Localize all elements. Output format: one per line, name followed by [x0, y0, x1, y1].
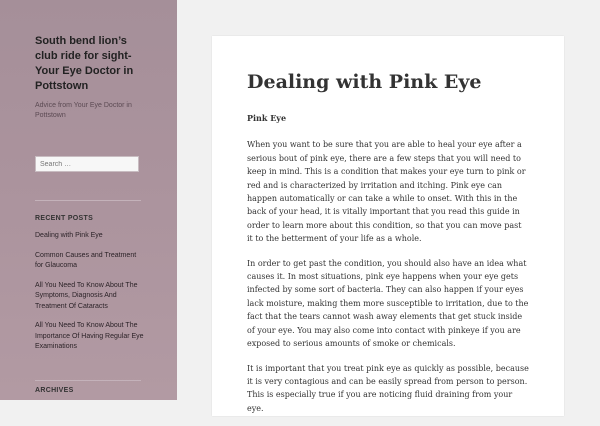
search-input[interactable]	[35, 156, 139, 172]
widget-divider	[35, 380, 141, 381]
recent-post-link[interactable]: Dealing with Pink Eye	[35, 231, 145, 242]
sidebar: South bend lion’s club ride for sight-Yo…	[0, 0, 177, 400]
article-card: Dealing with Pink Eye Pink Eye When you …	[212, 36, 564, 416]
site-title[interactable]: South bend lion’s club ride for sight-Yo…	[35, 34, 145, 94]
article-body: Pink Eye When you want to be sure that y…	[247, 112, 529, 426]
site-description: Advice from Your Eye Doctor in Pottstown	[35, 102, 132, 119]
widget-divider	[35, 200, 141, 201]
recent-post-link[interactable]: All You Need To Know About The Importanc…	[35, 321, 145, 353]
article-title[interactable]: Dealing with Pink Eye	[247, 71, 482, 93]
recent-posts-list: Dealing with Pink Eye Common Causes and …	[35, 231, 145, 353]
article-paragraph: In order to get past the condition, you …	[247, 258, 529, 349]
recent-posts-heading: RECENT POSTS	[35, 215, 94, 222]
archives-widget: ARCHIVES	[35, 380, 141, 394]
article-paragraph: When you want to be sure that you are ab…	[247, 140, 526, 244]
recent-post-link[interactable]: Common Causes and Treatment for Glaucoma	[35, 251, 145, 272]
article-paragraph: It is important that you treat pink eye …	[247, 363, 529, 413]
recent-post-link[interactable]: All You Need To Know About The Symptoms,…	[35, 281, 145, 313]
article-subheading: Pink Eye	[247, 113, 287, 123]
sidebar-content: South bend lion’s club ride for sight-Yo…	[0, 0, 145, 353]
archives-heading: ARCHIVES	[35, 387, 74, 394]
